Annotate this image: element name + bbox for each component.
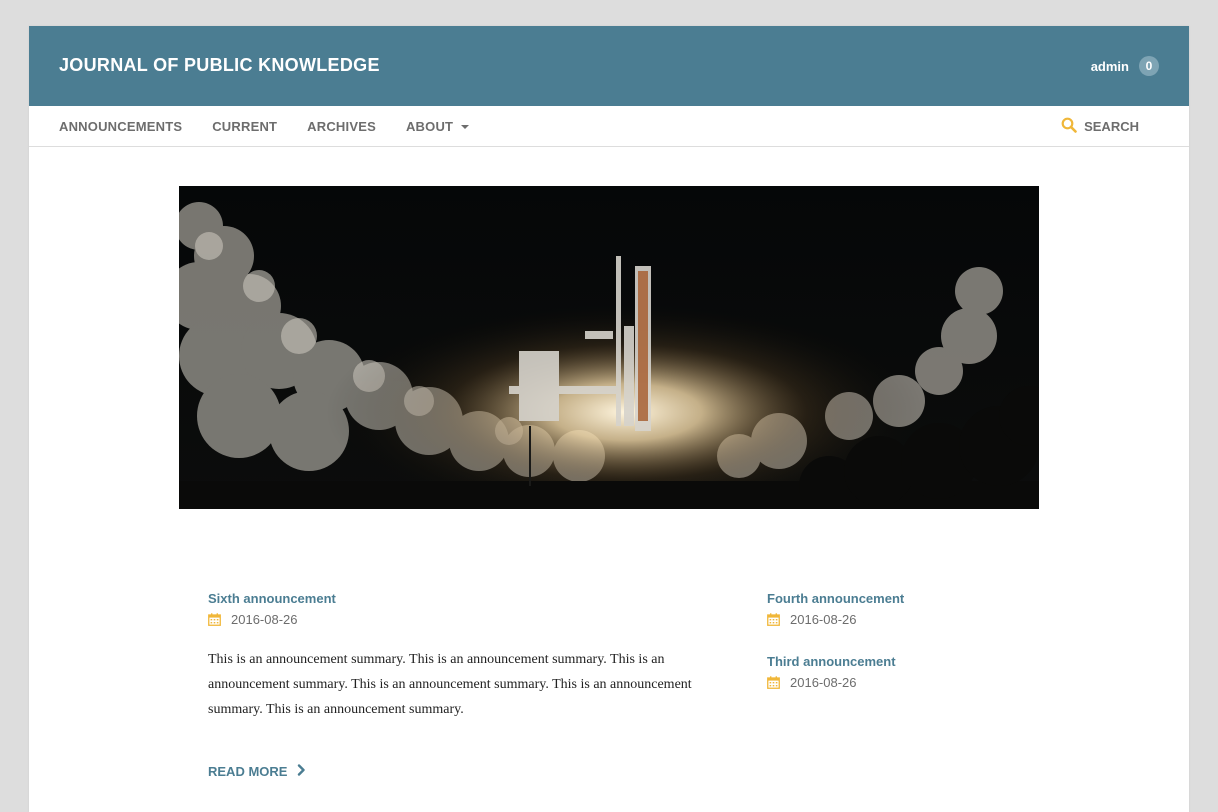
caret-down-icon [461,125,470,129]
nav-item-label: CURRENT [212,118,278,134]
announcement-date-text: 2016-08-26 [231,612,298,627]
announcement-sidebar-list: Fourth announcement 2016-08-26 Third ann… [767,591,1067,717]
nav-item-about[interactable]: ABOUT [405,118,470,134]
calendar-icon [208,613,221,626]
nav-item-label: ARCHIVES [307,118,376,134]
list-item: Fourth announcement 2016-08-26 [767,591,1067,627]
nav-item-announcements[interactable]: ANNOUNCEMENTS [59,119,182,134]
username-link[interactable]: admin [1091,59,1129,74]
announcement-date: 2016-08-26 [767,612,1067,627]
announcement-summary: This is an announcement summary. This is… [208,652,692,717]
announcement-title[interactable]: Third announcement [767,654,1067,669]
announcement-title[interactable]: Fourth announcement [767,591,1067,606]
task-count-badge[interactable]: 0 [1139,56,1159,76]
read-more-link[interactable]: READ MORE [208,764,306,779]
chevron-right-icon [297,764,306,779]
site-header: JOURNAL OF PUBLIC KNOWLEDGE admin 0 [29,26,1189,106]
announcement-featured: Sixth announcement 2016-08-26 This is an… [208,591,708,781]
search-icon [1061,117,1077,136]
announcement-title[interactable]: Sixth announcement [208,591,708,606]
primary-nav: ANNOUNCEMENTS CURRENT ARCHIVES ABOUT SEA… [29,106,1189,147]
user-menu: admin 0 [1091,56,1159,76]
nav-menu: ANNOUNCEMENTS CURRENT ARCHIVES ABOUT [59,106,470,146]
nav-item-label: ANNOUNCEMENTS [59,118,183,134]
calendar-icon [767,676,780,689]
site-title[interactable]: JOURNAL OF PUBLIC KNOWLEDGE [59,55,380,76]
calendar-icon [767,613,780,626]
search-label: SEARCH [1084,118,1139,134]
nav-item-current[interactable]: CURRENT [212,119,277,134]
homepage-hero-image [179,186,1039,509]
read-more-label: READ MORE [208,764,288,779]
search-link[interactable]: SEARCH [1061,106,1139,146]
announcement-date-text: 2016-08-26 [790,675,857,690]
announcement-date: 2016-08-26 [767,675,1067,690]
list-item: Third announcement 2016-08-26 [767,654,1067,690]
announcement-date-text: 2016-08-26 [790,612,857,627]
nav-item-label: ABOUT [405,118,454,134]
nav-item-archives[interactable]: ARCHIVES [307,119,376,134]
announcement-date: 2016-08-26 [208,612,708,627]
